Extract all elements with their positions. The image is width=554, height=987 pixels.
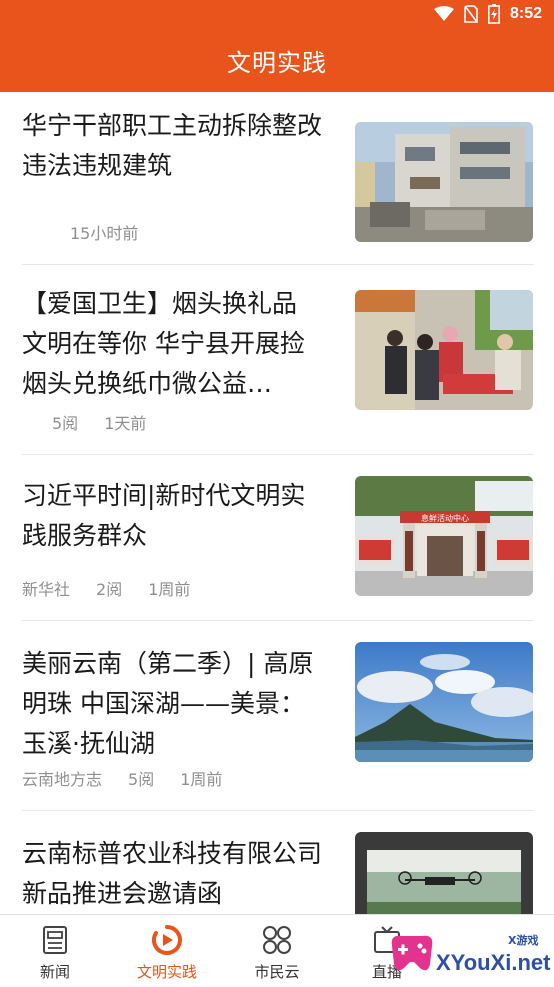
article-title: 习近平时间|新时代文明实践服务群众 <box>22 481 306 550</box>
article-meta: 云南地方志 5阅 1周前 <box>22 766 222 790</box>
nav-label: 文明实践 <box>136 963 197 981</box>
thumbnail-sign-text: 息鲜活动中心 <box>421 513 469 523</box>
article-thumbnail[interactable] <box>355 290 533 410</box>
newspaper-icon <box>43 926 67 954</box>
article-meta: 5阅 1天前 <box>52 410 146 434</box>
play-circle-icon <box>152 925 182 955</box>
article-reads: 5阅 <box>128 770 155 789</box>
article-thumbnail[interactable] <box>355 832 533 914</box>
article-source: 新华社 <box>22 580 71 599</box>
article-source: 云南地方志 <box>22 770 103 789</box>
article-reads: 2阅 <box>96 580 123 599</box>
battery-icon <box>487 4 500 24</box>
article-reads: 5阅 <box>52 414 79 433</box>
gamepad-logo-icon <box>391 935 433 971</box>
app-header: 文明实践 <box>0 28 554 92</box>
article-meta: 15小时前 <box>70 220 138 244</box>
status-icons: 8:52 <box>433 4 542 24</box>
no-sim-icon <box>464 5 478 23</box>
list-item[interactable]: 习近平时间|新时代文明实践服务群众 新华社 2阅 1周前 息鲜活动中心 <box>22 456 534 621</box>
list-item[interactable]: 【爱国卫生】烟头换礼品 文明在等你 华宁县开展捡烟头兑换纸巾微公益… 5阅 1天… <box>22 266 534 455</box>
article-feed[interactable]: 华宁干部职工主动拆除整改违法违规建筑 15小时前 【爱国卫生】烟头换礼品 文明在… <box>0 92 554 914</box>
article-title: 【爱国卫生】烟头换礼品 文明在等你 华宁县开展捡烟头兑换纸巾微公益… <box>22 289 305 398</box>
nav-news[interactable]: 新闻 <box>0 915 110 987</box>
list-item[interactable]: 华宁干部职工主动拆除整改违法违规建筑 15小时前 <box>22 106 534 265</box>
grid-icon <box>263 926 291 954</box>
nav-label: 市民云 <box>254 963 300 981</box>
article-title: 华宁干部职工主动拆除整改违法违规建筑 <box>22 111 323 180</box>
article-title: 云南标普农业科技有限公司新品推进会邀请函 <box>22 839 323 908</box>
article-thumbnail[interactable] <box>355 642 533 762</box>
status-bar: 8:52 <box>0 0 554 28</box>
nav-civilization[interactable]: 文明实践 <box>112 915 222 987</box>
article-meta: 新华社 2阅 1周前 <box>22 576 190 600</box>
watermark: X游戏 XYouXi.net <box>384 920 551 982</box>
status-time: 8:52 <box>509 5 542 22</box>
article-time: 1周前 <box>148 580 191 599</box>
article-thumbnail[interactable] <box>355 122 533 242</box>
article-time: 1天前 <box>104 414 147 433</box>
wifi-icon <box>433 6 454 21</box>
list-item[interactable]: 美丽云南（第二季）| 高原明珠 中国深湖——美景：玉溪·抚仙湖 云南地方志 5阅… <box>22 622 534 811</box>
article-title: 美丽云南（第二季）| 高原明珠 中国深湖——美景：玉溪·抚仙湖 <box>22 649 314 758</box>
article-time: 1周前 <box>180 770 223 789</box>
watermark-text: XYouXi.net <box>436 950 551 975</box>
article-thumbnail[interactable]: 息鲜活动中心 <box>355 476 533 596</box>
nav-citizen-cloud[interactable]: 市民云 <box>222 915 332 987</box>
nav-label: 新闻 <box>39 963 70 981</box>
page-title: 文明实践 <box>227 48 327 77</box>
list-item[interactable]: 云南标普农业科技有限公司新品推进会邀请函 <box>22 812 534 914</box>
watermark-small-text: X游戏 <box>508 934 539 947</box>
article-time: 15小时前 <box>70 224 139 243</box>
